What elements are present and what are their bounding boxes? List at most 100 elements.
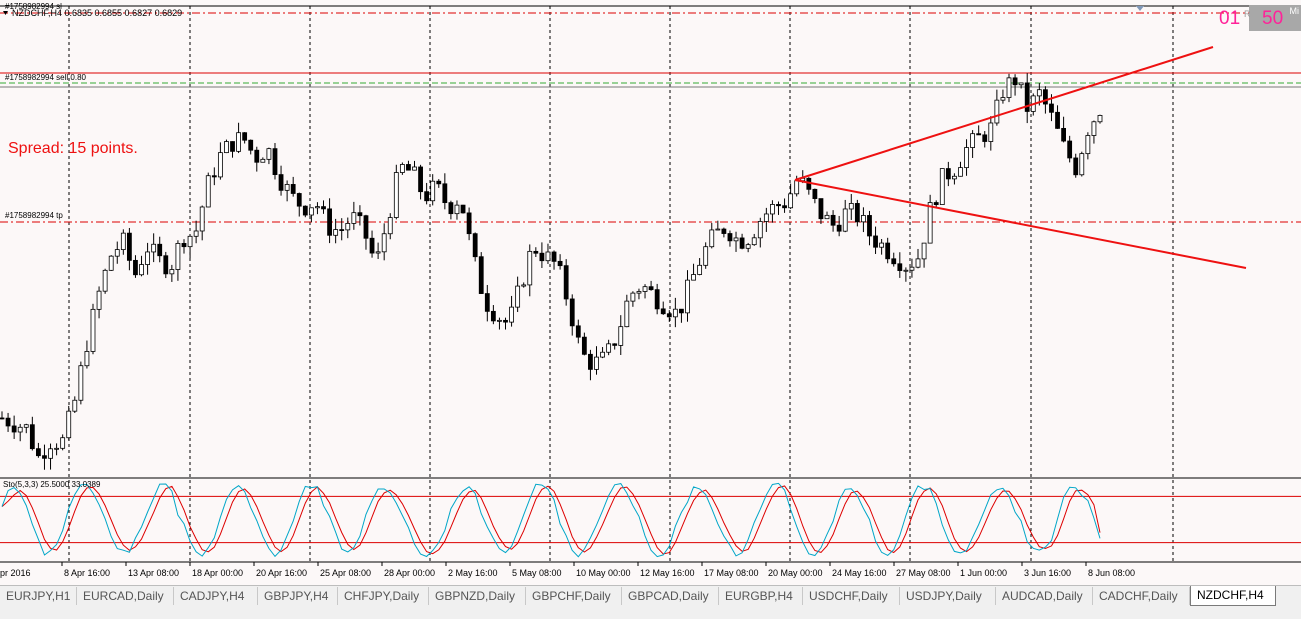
candle-body [224, 141, 229, 154]
x-axis: Apr 2016 8 Apr 16:00 13 Apr 08:00 18 Apr 00… [0, 562, 1135, 578]
stoch-main-line [1, 482, 1101, 558]
candle-timer-seconds: 50 [1262, 8, 1284, 29]
candle-body [1000, 97, 1006, 101]
candle-body [66, 410, 72, 439]
candle-body [60, 437, 66, 449]
candle-body [861, 215, 866, 223]
candle-body [818, 198, 824, 220]
x-tick-label: 18 Apr 00:00 [192, 568, 243, 578]
candle-body [472, 233, 478, 258]
candle-body [284, 184, 290, 191]
price-chart[interactable]: Apr 2016 8 Apr 16:00 13 Apr 08:00 18 Apr 00… [0, 0, 1301, 585]
candle-body [102, 269, 108, 292]
chart-tab[interactable]: CHFJPY,Daily [338, 587, 429, 605]
candle-body [685, 279, 690, 314]
candle-body [891, 258, 897, 265]
candle-body [84, 351, 90, 367]
order-label-top: #1758982994 sl [5, 2, 62, 11]
chart-tab[interactable]: GBPJPY,H4 [258, 587, 338, 605]
chart-tab[interactable]: USDCHF,Daily [803, 587, 900, 605]
candle-body [745, 244, 751, 249]
candle-body [994, 99, 1000, 124]
candle-body [169, 269, 175, 275]
candle-body [266, 148, 272, 160]
candle-body [157, 243, 163, 257]
candle-body [387, 217, 393, 235]
candle-body [915, 258, 921, 268]
candle-body [375, 251, 381, 254]
chart-tab[interactable]: EURGBP,H4 [719, 587, 803, 605]
candle-body [424, 191, 430, 202]
candle-body [72, 399, 78, 412]
x-tick-label: 8 Jun 08:00 [1088, 568, 1135, 578]
order-label-sell: #1758982994 sell 0.80 [5, 73, 87, 82]
chart-tab[interactable]: CADJPY,H4 [174, 587, 258, 605]
candle-body [964, 147, 969, 169]
candle-body [351, 212, 357, 224]
candle-body [830, 214, 836, 226]
candle-body [175, 243, 181, 270]
candle-body [1049, 103, 1054, 113]
candle-body [709, 229, 715, 248]
candle-body [478, 256, 484, 294]
scroll-marker-icon[interactable] [1136, 6, 1144, 11]
candle-body [1067, 140, 1073, 159]
chart-tab[interactable]: EURJPY,H1 [0, 587, 77, 605]
candle-body [108, 255, 114, 271]
spread-text: Spread: 15 points. [8, 140, 138, 157]
candle-body [982, 134, 988, 142]
candle-body [733, 237, 739, 242]
chart-tab[interactable]: AUDCAD,Daily [996, 587, 1093, 605]
candle-body [296, 193, 302, 207]
trendlines[interactable] [794, 46, 1247, 269]
candle-body [193, 230, 199, 237]
candle-body [460, 204, 466, 214]
candle-body [1097, 115, 1103, 123]
candle-body [812, 188, 818, 199]
candle-body [321, 206, 326, 210]
candles [0, 73, 1103, 470]
candle-body [454, 204, 460, 215]
stochastic-panel [0, 482, 1301, 558]
candle-body [958, 167, 963, 177]
candle-body [399, 164, 405, 173]
candle-body [618, 326, 624, 346]
candle-body [630, 292, 636, 302]
candle-body [575, 325, 581, 338]
x-tick-label: 12 May 16:00 [640, 568, 695, 578]
chart-tab[interactable]: GBPCAD,Daily [622, 587, 719, 605]
candle-body [139, 264, 144, 276]
candle-body [727, 233, 733, 242]
candle-body [1079, 153, 1085, 176]
candle-body [503, 319, 508, 323]
chart-tab[interactable]: GBPNZD,Daily [429, 587, 526, 605]
candle-body [11, 425, 17, 433]
chart-tab[interactable]: EURCAD,Daily [77, 587, 174, 605]
chart-tab[interactable]: CADCHF,Daily [1093, 587, 1190, 605]
candle-body [721, 228, 727, 234]
candle-body [636, 291, 642, 294]
chart-tab[interactable]: GBPCHF,Daily [526, 587, 622, 605]
chart-tab[interactable]: USDJPY,Daily [900, 587, 996, 605]
candle-body [600, 351, 605, 358]
candle-body [187, 235, 193, 248]
candle-body [624, 300, 630, 328]
x-tick-label: 17 May 08:00 [704, 568, 759, 578]
candle-body [133, 259, 138, 276]
chart-tab[interactable]: NZDCHF,H4 [1190, 586, 1276, 606]
candle-body [248, 139, 254, 151]
candle-body [697, 264, 703, 275]
order-label-tp: #1758982994 tp [5, 211, 63, 220]
rr-label: R [1244, 9, 1251, 19]
candle-body [272, 148, 278, 175]
candle-body [1012, 77, 1018, 86]
candle-body [78, 365, 84, 401]
candle-body [163, 255, 169, 275]
candle-body [551, 251, 557, 262]
candle-body [788, 193, 794, 209]
candle-body [654, 289, 660, 310]
candle-body [17, 426, 23, 433]
candle-body [842, 208, 848, 232]
candle-body [327, 208, 332, 236]
candle-body [557, 260, 563, 267]
